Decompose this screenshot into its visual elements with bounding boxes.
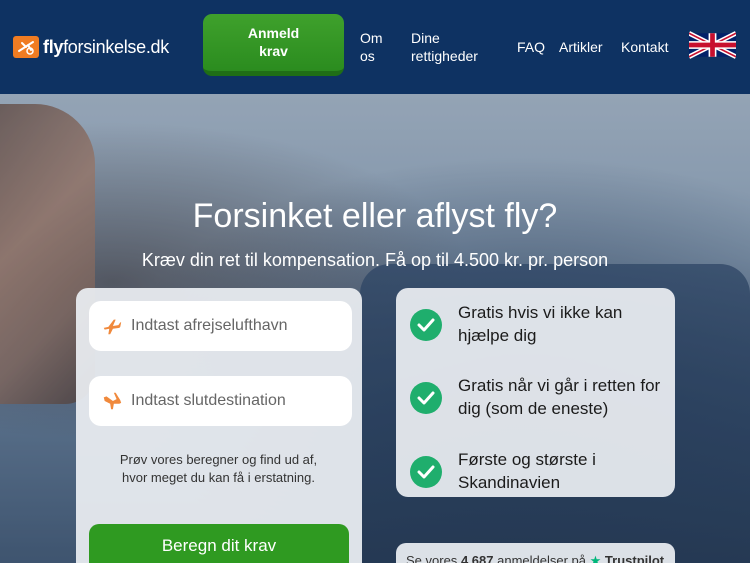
site-header: flyforsinkelse.dk Anmeld krav Om os Dine… xyxy=(0,0,750,94)
calculate-claim-button[interactable]: Beregn dit krav xyxy=(89,524,349,563)
nav-about[interactable]: Om os xyxy=(360,29,390,65)
claim-form-card: Indtast afrejselufthavn Indtast slutdest… xyxy=(76,288,362,563)
nav-contact[interactable]: Kontakt xyxy=(621,38,668,56)
reviews-count: 4.687 xyxy=(460,553,494,563)
uk-flag-icon[interactable] xyxy=(687,30,738,60)
benefit-text: Gratis når vi går i retten for dig (som … xyxy=(458,376,661,418)
logo-text: flyforsinkelse.dk xyxy=(43,36,169,57)
reviews-prefix: Se vores xyxy=(406,553,458,563)
benefit-item: Gratis når vi går i retten for dig (som … xyxy=(410,374,665,420)
plane-logo-icon xyxy=(13,36,39,58)
takeoff-plane-icon xyxy=(103,319,122,335)
check-icon xyxy=(410,382,442,414)
departure-airport-input[interactable]: Indtast afrejselufthavn xyxy=(89,301,352,351)
logo[interactable]: flyforsinkelse.dk xyxy=(13,35,169,59)
nav-rights[interactable]: Dine rettigheder xyxy=(411,29,491,65)
check-icon xyxy=(410,456,442,488)
check-icon xyxy=(410,309,442,341)
trustpilot-reviews-link[interactable]: Se vores 4.687 anmeldelser på ★ Trustpil… xyxy=(396,543,675,563)
benefit-item: Gratis hvis vi ikke kan hjælpe dig xyxy=(410,301,665,347)
nav-articles[interactable]: Artikler xyxy=(559,38,603,56)
calculator-note: Prøv vores beregner og find ud af, hvor … xyxy=(119,452,318,485)
benefit-item: Første og største i Skandinavien xyxy=(410,448,665,494)
submit-claim-button[interactable]: Anmeld krav xyxy=(203,14,344,76)
nav-faq[interactable]: FAQ xyxy=(517,38,545,56)
trustpilot-brand: Trustpilot xyxy=(604,553,665,563)
hero-section: Forsinket eller aflyst fly? Kræv din ret… xyxy=(0,94,750,563)
destination-placeholder: Indtast slutdestination xyxy=(131,392,286,409)
benefit-text: Første og største i Skandinavien xyxy=(458,450,596,492)
destination-input[interactable]: Indtast slutdestination xyxy=(89,376,352,426)
landing-plane-icon xyxy=(103,392,122,410)
page-subtitle: Kræv din ret til kompensation. Få op til… xyxy=(141,250,609,270)
departure-placeholder: Indtast afrejselufthavn xyxy=(131,317,288,334)
page-title: Forsinket eller aflyst fly? xyxy=(192,197,558,235)
benefit-text: Gratis hvis vi ikke kan hjælpe dig xyxy=(458,303,623,345)
reviews-suffix: anmeldelser på xyxy=(497,553,586,563)
benefits-card: Gratis hvis vi ikke kan hjælpe dig Grati… xyxy=(396,288,675,497)
trustpilot-star-icon: ★ xyxy=(589,553,602,563)
